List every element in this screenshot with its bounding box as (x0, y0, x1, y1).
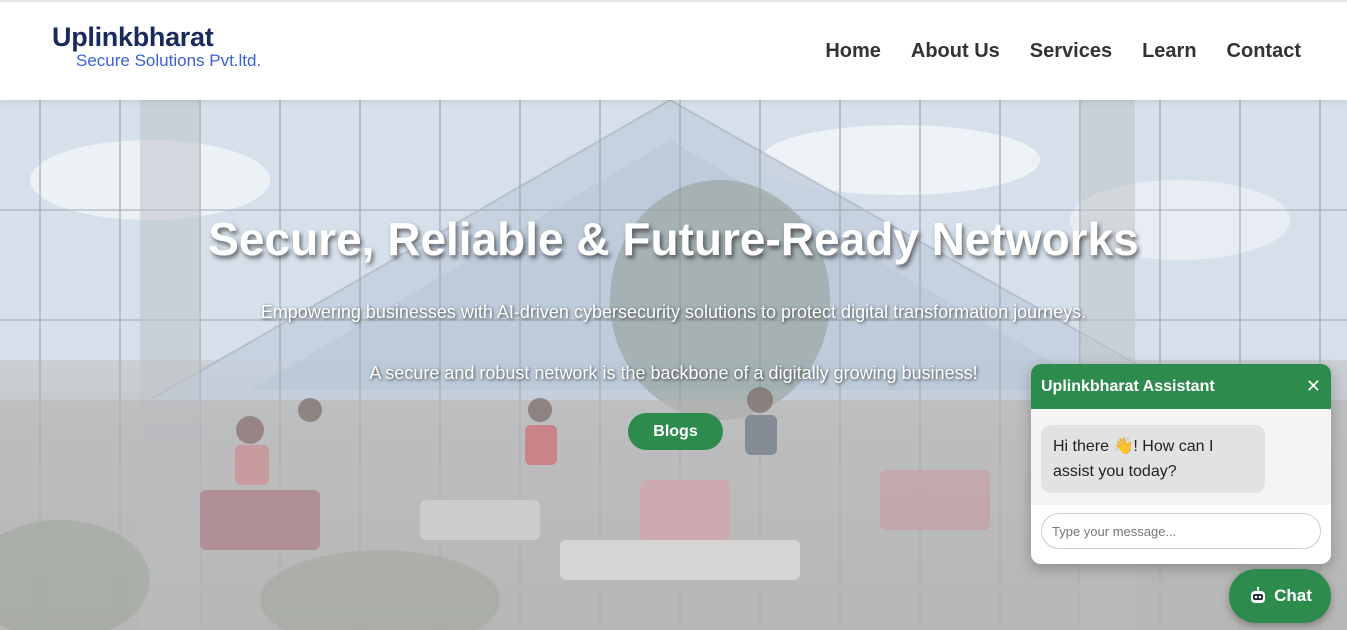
chat-header: Uplinkbharat Assistant ✕ (1031, 364, 1331, 409)
nav-item-contact[interactable]: Contact (1227, 40, 1301, 63)
logo-tagline: Secure Solutions Pvt.ltd. (76, 51, 262, 70)
logo[interactable]: Uplinkbharat Secure Solutions Pvt.ltd. (52, 22, 262, 70)
chat-message-input[interactable] (1041, 513, 1321, 549)
main-nav: Home About Us Services Learn Contact (825, 40, 1301, 63)
chat-input-row (1031, 505, 1331, 557)
chat-widget: Uplinkbharat Assistant ✕ Hi there 👋! How… (1031, 364, 1331, 564)
logo-name: Uplinkbharat (52, 22, 214, 52)
nav-item-about-us[interactable]: About Us (911, 40, 1000, 63)
chat-toggle-label: Chat (1274, 586, 1312, 605)
chat-toggle-button[interactable]: Chat (1229, 569, 1331, 623)
hero-subtitle: Empowering businesses with AI-driven cyb… (260, 302, 1087, 322)
nav-item-services[interactable]: Services (1030, 40, 1112, 63)
chat-title: Uplinkbharat Assistant (1041, 377, 1215, 395)
chat-messages: Hi there 👋! How can I assist you today? (1031, 409, 1331, 505)
nav-item-home[interactable]: Home (825, 40, 881, 63)
blogs-button[interactable]: Blogs (628, 413, 723, 450)
robot-icon (1251, 586, 1266, 603)
close-icon[interactable]: ✕ (1306, 377, 1321, 396)
nav-item-learn[interactable]: Learn (1142, 40, 1196, 63)
site-header: Uplinkbharat Secure Solutions Pvt.ltd. H… (0, 2, 1347, 100)
hero-title: Secure, Reliable & Future-Ready Networks (208, 213, 1139, 265)
bot-message: Hi there 👋! How can I assist you today? (1041, 425, 1265, 493)
